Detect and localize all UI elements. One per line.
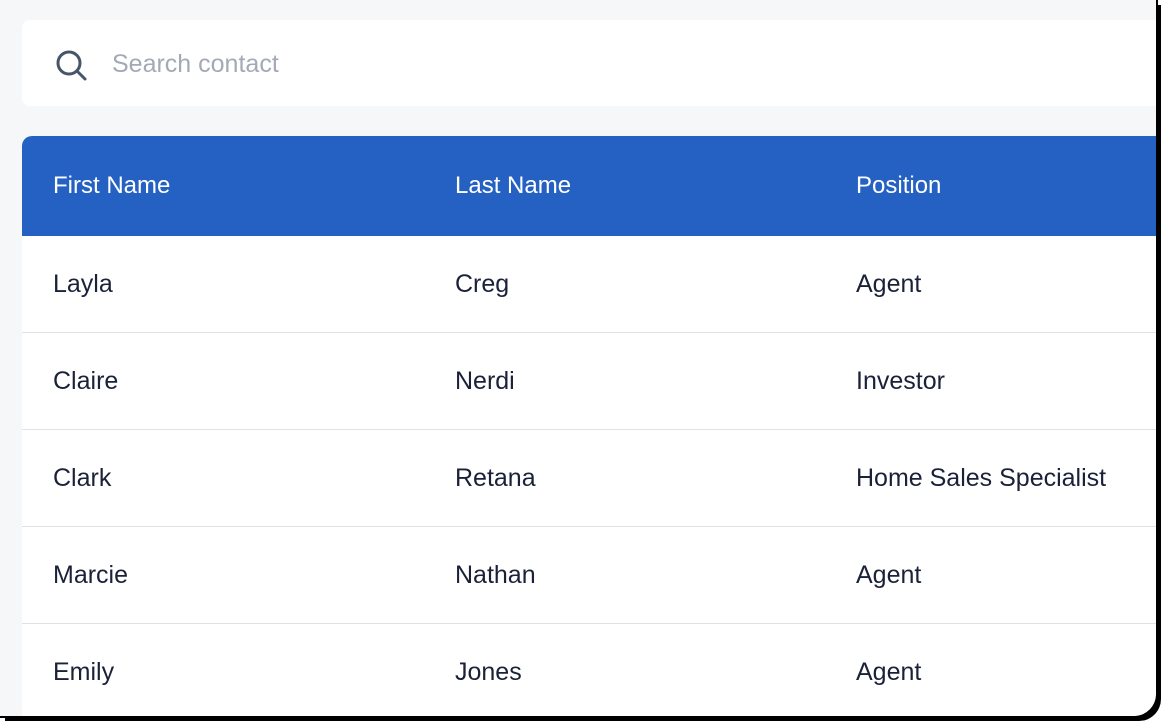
cell-position: Investor [856, 366, 945, 395]
table-row[interactable]: Marcie Nathan Agent [22, 527, 1156, 624]
table-row[interactable]: Emily Jones Agent [22, 624, 1156, 716]
cell-last-name: Jones [455, 657, 522, 686]
cell-first-name: Marcie [53, 560, 129, 589]
search-bar[interactable] [22, 20, 1156, 106]
search-input[interactable] [112, 44, 812, 84]
cell-first-name: Claire [53, 366, 119, 395]
cell-position: Home Sales Specialist [856, 463, 1107, 492]
table-header: First Name Last Name Position [22, 136, 1156, 236]
cell-first-name: Layla [53, 269, 113, 298]
column-header-last-name[interactable]: Last Name [455, 172, 571, 200]
contacts-table: First Name Last Name Position Layla Creg… [22, 136, 1156, 716]
table-row[interactable]: Clark Retana Home Sales Specialist [22, 430, 1156, 527]
cell-position: Agent [856, 269, 922, 298]
cell-last-name: Creg [455, 269, 510, 298]
column-header-first-name[interactable]: First Name [53, 172, 170, 200]
cell-last-name: Nerdi [455, 366, 515, 395]
cell-first-name: Emily [53, 657, 115, 686]
column-header-position[interactable]: Position [856, 172, 941, 200]
cell-first-name: Clark [53, 463, 112, 492]
cell-position: Agent [856, 560, 922, 589]
table-row[interactable]: Layla Creg Agent [22, 236, 1156, 333]
search-icon[interactable] [54, 48, 88, 82]
cell-last-name: Nathan [455, 560, 536, 589]
cell-position: Agent [856, 657, 922, 686]
contacts-panel: First Name Last Name Position Layla Creg… [0, 0, 1158, 718]
table-row[interactable]: Claire Nerdi Investor [22, 333, 1156, 430]
cell-last-name: Retana [455, 463, 536, 492]
